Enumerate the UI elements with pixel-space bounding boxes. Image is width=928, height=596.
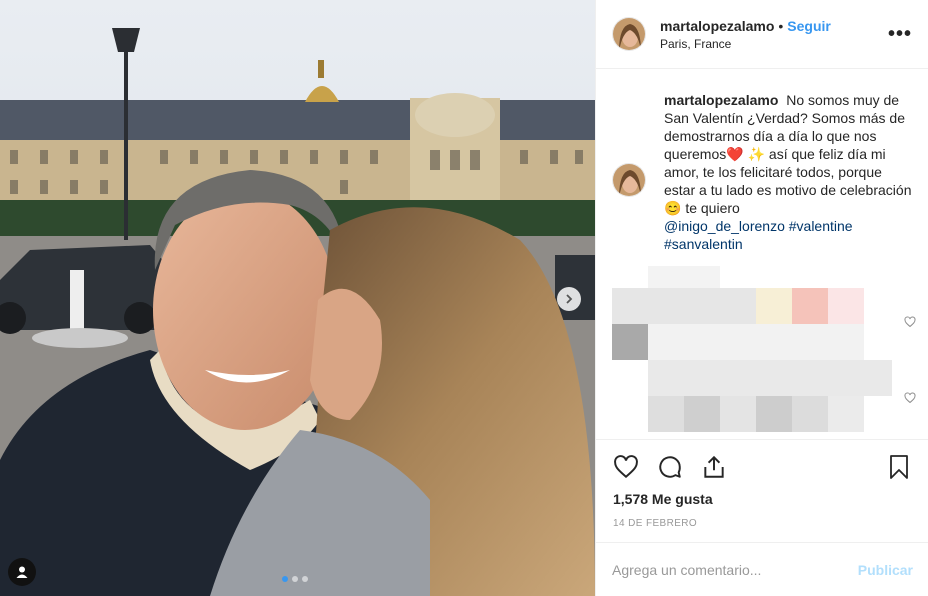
save-button[interactable] (885, 453, 913, 481)
header-top: martalopezalamo • Seguir (660, 18, 888, 34)
post-side-panel: martalopezalamo • Seguir Paris, France •… (595, 0, 928, 596)
post-header: martalopezalamo • Seguir Paris, France •… (596, 0, 928, 69)
carousel-dot (302, 576, 308, 582)
mention-link[interactable]: @inigo_de_lorenzo (664, 218, 785, 234)
heart-icon (614, 454, 638, 478)
like-button[interactable] (612, 453, 640, 481)
comment-bar: Publicar (596, 542, 928, 596)
action-bar (596, 439, 928, 493)
blurred-comments (612, 266, 902, 440)
hashtag-link[interactable]: #sanvalentin (664, 236, 743, 252)
carousel-dot (282, 576, 288, 582)
more-options-button[interactable]: ••• (888, 23, 912, 46)
comment-input[interactable] (612, 561, 858, 578)
avatar-image (613, 18, 645, 50)
caption-username-link[interactable]: martalopezalamo (664, 92, 778, 108)
separator: • (778, 17, 784, 34)
username-link[interactable]: martalopezalamo (660, 18, 774, 34)
follow-button[interactable]: Seguir (787, 18, 831, 34)
chevron-right-icon (566, 294, 573, 304)
sparkles-emoji: ✨ (747, 146, 766, 162)
share-icon (704, 455, 724, 478)
photo-scene (0, 0, 595, 596)
location-link[interactable]: Paris, France (660, 37, 888, 51)
avatar-image (613, 164, 645, 196)
heart-emoji: ❤️ (726, 146, 744, 162)
hashtag-link[interactable]: #valentine (789, 218, 853, 234)
caption: martalopezalamo No somos muy de San Vale… (612, 91, 912, 253)
carousel-dot (292, 576, 298, 582)
avatar[interactable] (612, 163, 646, 197)
carousel-indicators (282, 576, 308, 582)
caption-text: martalopezalamo No somos muy de San Vale… (664, 91, 912, 253)
next-slide-button[interactable] (557, 287, 581, 311)
smile-emoji: 😊 (664, 200, 682, 216)
post-date[interactable]: 14 DE FEBRERO (613, 518, 697, 529)
user-tag-icon (16, 566, 28, 578)
comment-icon (659, 455, 681, 478)
post-photo[interactable] (0, 0, 595, 596)
share-button[interactable] (700, 453, 728, 481)
bookmark-icon (890, 454, 908, 479)
caption-body: te quiero (681, 200, 740, 216)
header-text: martalopezalamo • Seguir Paris, France (660, 18, 888, 51)
publish-button[interactable]: Publicar (858, 562, 913, 578)
instagram-post: martalopezalamo • Seguir Paris, France •… (0, 0, 928, 596)
comment-like-heart-icon[interactable] (904, 392, 916, 404)
comment-button[interactable] (656, 453, 684, 481)
likes-count[interactable]: 1,578 Me gusta (613, 491, 713, 507)
avatar[interactable] (612, 17, 646, 51)
comment-like-heart-icon[interactable] (904, 316, 916, 328)
user-tags-button[interactable] (8, 558, 36, 586)
